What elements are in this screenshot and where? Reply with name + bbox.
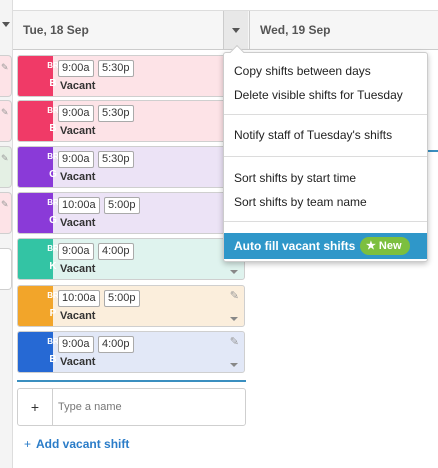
menu-item-delete-shifts[interactable]: Delete visible shifts for Tuesday [224, 84, 427, 106]
menu-item-copy-shifts[interactable]: Copy shifts between days [224, 60, 427, 82]
menu-item-notify-staff[interactable]: Notify staff of Tuesday's shifts [224, 124, 427, 146]
shift-card[interactable]: BR P 10:00a 5:00p Vacant ✎ [17, 285, 245, 327]
day-options-dropdown-button[interactable] [223, 11, 248, 49]
previous-day-shift-edge[interactable] [0, 248, 12, 290]
shift-start-time[interactable]: 10:00a [58, 197, 100, 214]
menu-divider [224, 221, 427, 222]
shift-card[interactable]: BR B 9:00a 4:00p Vacant ✎ [17, 331, 245, 373]
menu-divider [224, 156, 427, 157]
previous-day-shift-edge[interactable]: ✎ [0, 146, 12, 188]
employee-name-input[interactable] [58, 397, 238, 417]
pencil-icon[interactable]: ✎ [230, 289, 239, 302]
team-badge: BR G [18, 147, 59, 187]
shift-end-time[interactable]: 5:00p [104, 197, 140, 214]
shift-status: Vacant [60, 217, 96, 229]
shift-end-time[interactable]: 5:30p [98, 105, 134, 122]
shift-start-time[interactable]: 9:00a [58, 336, 94, 353]
menu-divider [224, 114, 427, 115]
previous-day-column-edge: ✎ ✎ ✎ ✎ [0, 0, 13, 468]
add-vacant-shift-link[interactable]: + Add vacant shift [24, 437, 129, 451]
new-badge: ★ New [360, 237, 410, 255]
menu-item-sort-team-name[interactable]: Sort shifts by team name [224, 191, 427, 213]
shift-card[interactable]: BR G 10:00a 5:00p Vacant [17, 192, 245, 234]
caret-down-icon[interactable] [230, 270, 238, 274]
previous-day-shift-edge[interactable]: ✎ [0, 55, 12, 97]
previous-day-shift-edge[interactable]: ✎ [0, 100, 12, 142]
shift-start-time[interactable]: 9:00a [58, 243, 94, 260]
add-shift-row: + [17, 388, 246, 426]
day-header-tuesday: Tue, 18 Sep [23, 23, 89, 37]
day-options-menu: Copy shifts between days Delete visible … [223, 44, 428, 262]
team-badge: BR P [18, 286, 59, 326]
shift-status: Vacant [60, 356, 96, 368]
add-shift-plus-button[interactable]: + [18, 389, 53, 425]
previous-day-caret-icon[interactable] [2, 22, 10, 27]
shift-start-time[interactable]: 9:00a [58, 151, 94, 168]
menu-item-auto-fill[interactable]: Auto fill vacant shifts ★ New [224, 233, 427, 259]
shift-card[interactable]: BRK9:00a4:00pVacant✎ [17, 238, 245, 280]
shift-start-time[interactable]: 9:00a [58, 105, 94, 122]
pencil-icon: ✎ [1, 199, 9, 209]
pencil-icon[interactable]: ✎ [230, 335, 239, 348]
shift-status: Vacant [60, 125, 96, 137]
plus-icon: + [24, 437, 32, 451]
team-badge: BR G [18, 193, 59, 233]
caret-down-icon[interactable] [230, 363, 238, 367]
shift-start-time[interactable]: 10:00a [58, 290, 100, 307]
shift-status: Vacant [60, 263, 96, 275]
pencil-icon: ✎ [1, 153, 9, 163]
pencil-icon: ✎ [1, 62, 9, 72]
shift-status: Vacant [60, 80, 96, 92]
caret-down-icon[interactable] [230, 317, 238, 321]
day-header-row: Tue, 18 Sep Wed, 19 Sep [13, 10, 438, 50]
shift-end-time[interactable]: 5:00p [104, 290, 140, 307]
previous-day-shift-edge[interactable]: ✎ [0, 192, 12, 234]
team-badge: BR K [18, 239, 59, 279]
menu-item-sort-start-time[interactable]: Sort shifts by start time [224, 167, 427, 189]
pencil-icon: ✎ [1, 107, 9, 117]
shift-status: Vacant [60, 171, 96, 183]
add-vacant-shift-label: Add vacant shift [36, 437, 130, 451]
team-badge: BR B [18, 332, 59, 372]
shift-list-divider [17, 380, 246, 382]
day-header-wednesday: Wed, 19 Sep [249, 11, 438, 49]
team-badge: BR B [18, 101, 59, 141]
auto-fill-label: Auto fill vacant shifts [234, 239, 356, 253]
caret-down-icon [232, 28, 240, 33]
shift-end-time[interactable]: 4:00p [98, 243, 134, 260]
shift-card[interactable]: BR G 9:00a 5:30p Vacant [17, 146, 245, 188]
shift-card[interactable]: BR B 9:00a 5:30p Vacant [17, 55, 245, 97]
shift-end-time[interactable]: 5:30p [98, 60, 134, 77]
shift-start-time[interactable]: 9:00a [58, 60, 94, 77]
shift-end-time[interactable]: 5:30p [98, 151, 134, 168]
shift-end-time[interactable]: 4:00p [98, 336, 134, 353]
shift-status: Vacant [60, 310, 96, 322]
shift-card[interactable]: BR B 9:00a 5:30p Vacant [17, 100, 245, 142]
team-badge: BR B [18, 56, 59, 96]
